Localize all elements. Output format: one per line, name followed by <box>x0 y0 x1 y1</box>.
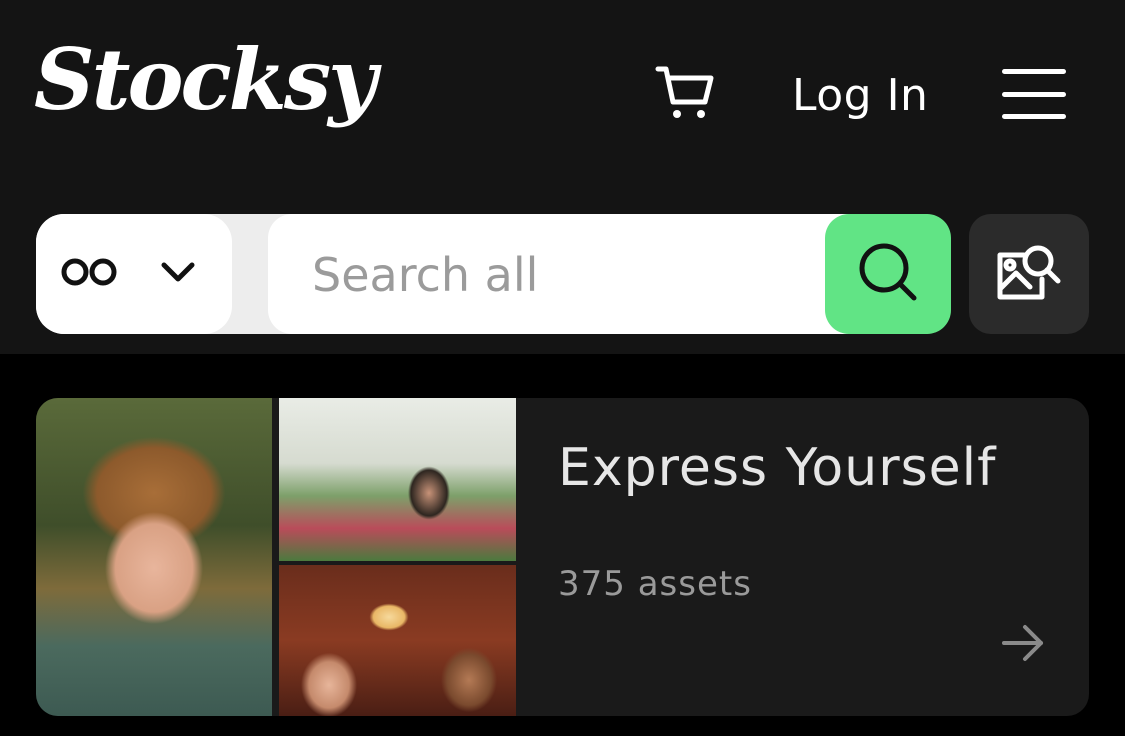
cart-button[interactable] <box>652 62 718 128</box>
search-icon <box>857 241 919 307</box>
visual-search-button[interactable] <box>969 214 1089 334</box>
arrow-right-icon[interactable] <box>998 618 1048 668</box>
image-search-icon <box>994 241 1064 307</box>
chevron-down-icon <box>160 261 196 287</box>
collection-thumbnail-boy <box>36 398 272 716</box>
cart-icon <box>655 64 715 126</box>
stocksy-logo[interactable]: Stocksy <box>34 38 377 122</box>
hamburger-menu-icon <box>1002 69 1066 74</box>
collection-thumbnail-garden <box>279 398 516 561</box>
search-input[interactable] <box>312 240 812 310</box>
collection-card[interactable]: Express Yourself 375 assets <box>36 398 1089 716</box>
menu-button[interactable] <box>1000 66 1068 122</box>
search-button[interactable] <box>825 214 951 334</box>
collection-thumbnail-party <box>279 565 516 716</box>
header: Stocksy Log In <box>0 0 1125 354</box>
infinity-icon <box>60 257 120 291</box>
login-link[interactable]: Log In <box>792 70 928 122</box>
collection-asset-count: 375 assets <box>558 564 752 604</box>
asset-type-selector[interactable] <box>36 214 232 334</box>
collection-title: Express Yourself <box>558 438 997 498</box>
